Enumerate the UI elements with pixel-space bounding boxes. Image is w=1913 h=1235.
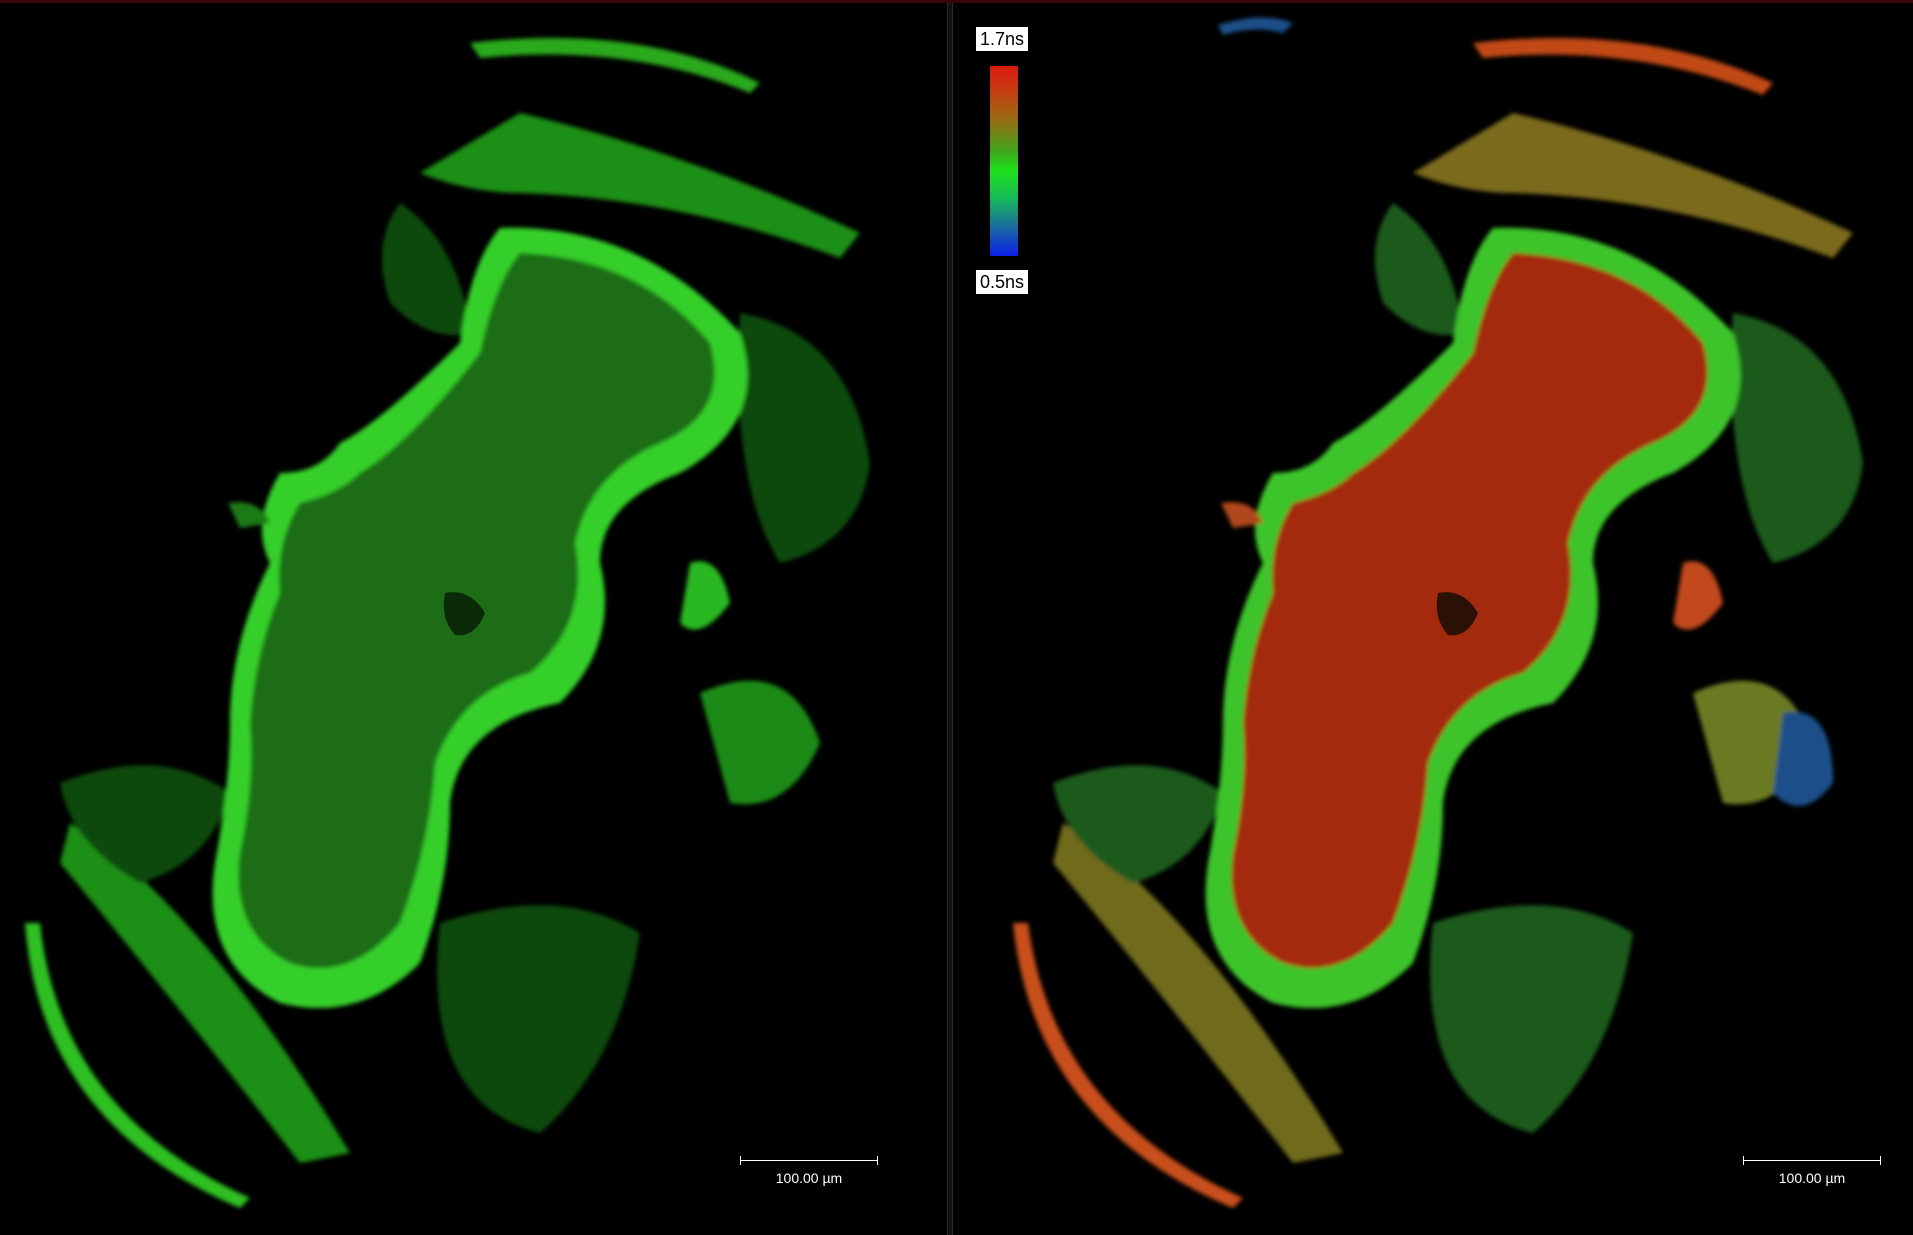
lifetime-image-panel: 100.00 µm [953,3,1913,1235]
intensity-micrograph [25,38,870,1208]
scale-bar: 100.00 µm [1743,1154,1883,1186]
scale-bar: 100.00 µm [740,1154,880,1186]
lifetime-micrograph [1013,17,1863,1208]
scale-bar-label: 100.00 µm [775,1170,843,1186]
colorbar-max-label: 1.7ns [976,27,1029,51]
colorbar-min-label: 0.5ns [976,270,1029,294]
intensity-image-panel: 100.00 µm [0,3,947,1235]
lifetime-colorbar [990,66,1018,256]
scale-bar-label: 100.00 µm [1778,1170,1846,1186]
